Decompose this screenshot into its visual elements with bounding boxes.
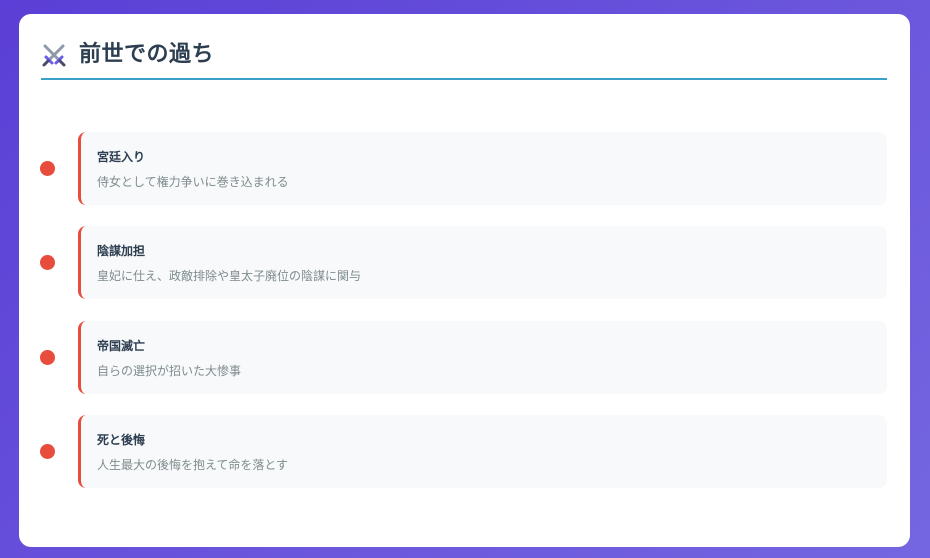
content-card: 前世での過ち 宮廷入り 侍女として権力争いに巻き込まれる 陰謀加担 皇妃に仕え、… — [19, 14, 910, 547]
timeline-item-description: 侍女として権力争いに巻き込まれる — [97, 175, 289, 189]
timeline-item-title: 死と後悔 — [97, 433, 146, 447]
timeline-item: 宮廷入り 侍女として権力争いに巻き込まれる — [19, 132, 910, 205]
timeline-item: 帝国滅亡 自らの選択が招いた大惨事 — [19, 321, 910, 394]
timeline-item-title: 宮廷入り — [97, 150, 146, 164]
timeline-marker — [40, 350, 55, 365]
timeline-card: 陰謀加担 皇妃に仕え、政敵排除や皇太子廃位の陰謀に関与 — [78, 226, 887, 299]
timeline-item: 死と後悔 人生最大の後悔を抱えて命を落とす — [19, 415, 910, 488]
timeline-card: 死と後悔 人生最大の後悔を抱えて命を落とす — [78, 415, 887, 488]
timeline-item-title: 帝国滅亡 — [97, 339, 146, 353]
timeline-marker — [40, 444, 55, 459]
timeline-marker — [40, 255, 55, 270]
timeline-card: 帝国滅亡 自らの選択が招いた大惨事 — [78, 321, 887, 394]
section-header: 前世での過ち — [41, 40, 887, 80]
timeline-item-title: 陰謀加担 — [97, 244, 146, 258]
timeline-item: 陰謀加担 皇妃に仕え、政敵排除や皇太子廃位の陰謀に関与 — [19, 226, 910, 299]
timeline-card: 宮廷入り 侍女として権力争いに巻き込まれる — [78, 132, 887, 205]
page-title: 前世での過ち — [79, 42, 215, 67]
timeline-marker — [40, 161, 55, 176]
crossed-swords-icon — [41, 42, 67, 68]
timeline-item-description: 自らの選択が招いた大惨事 — [97, 364, 242, 378]
timeline-item-description: 人生最大の後悔を抱えて命を落とす — [97, 458, 289, 472]
timeline-item-description: 皇妃に仕え、政敵排除や皇太子廃位の陰謀に関与 — [97, 269, 362, 283]
